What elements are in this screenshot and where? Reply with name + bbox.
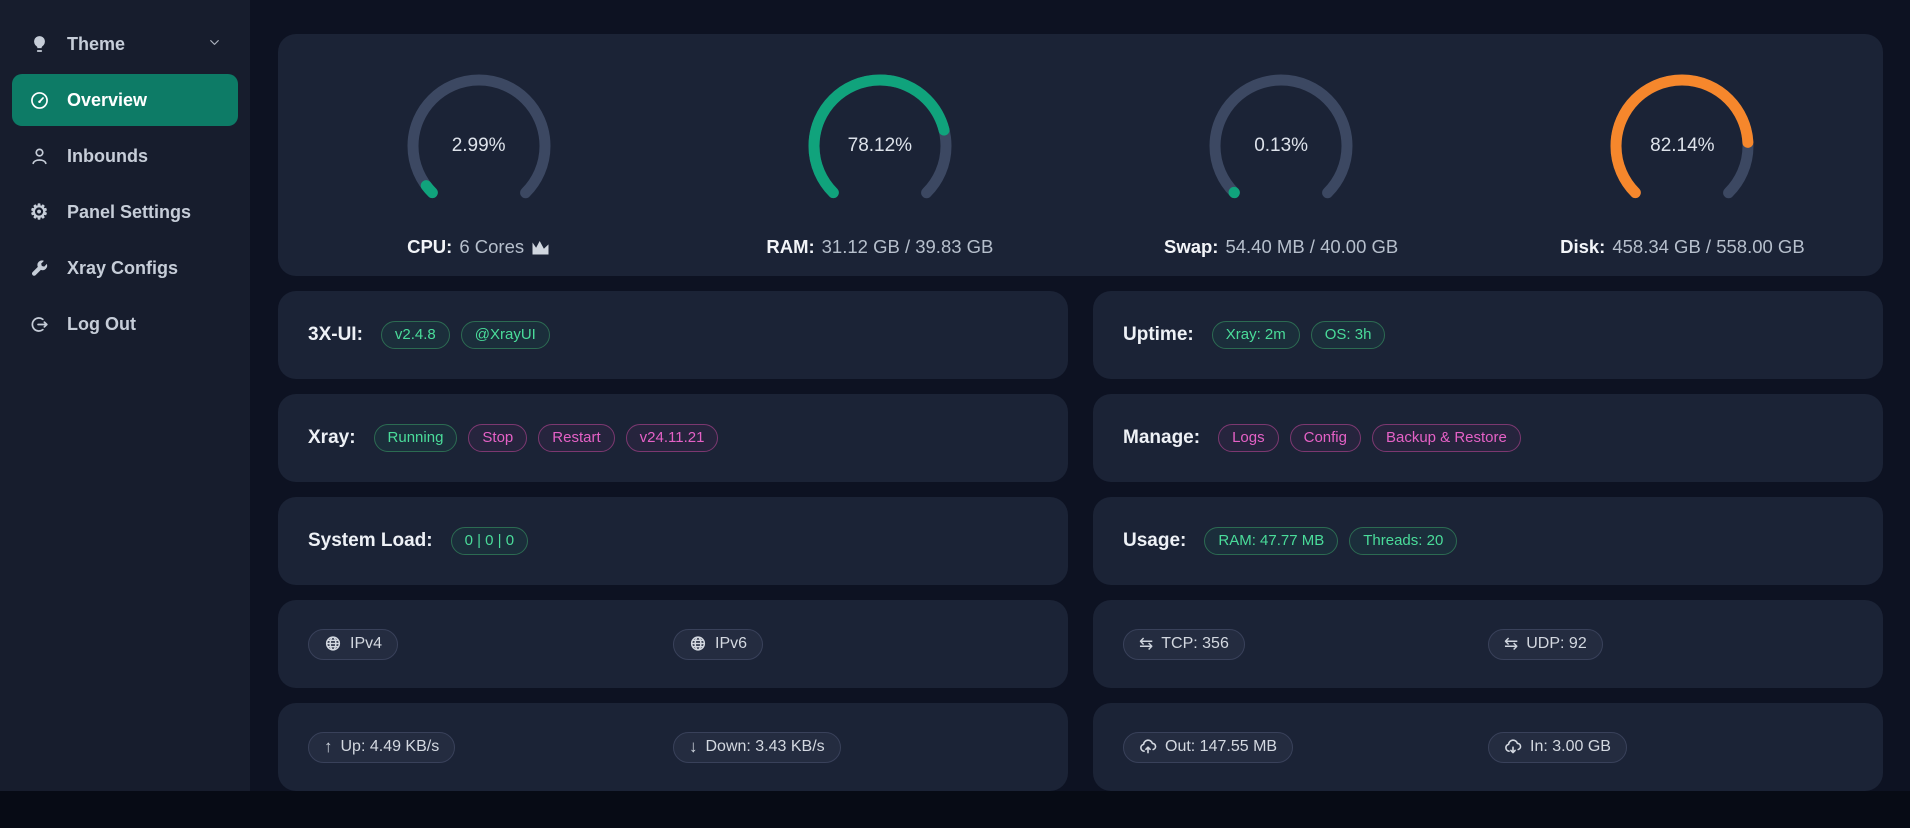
dashboard-gauge-icon <box>28 89 50 111</box>
xui-card-label: 3X-UI: <box>308 324 363 346</box>
cloud-download-icon <box>1504 738 1522 755</box>
swap-arrows-icon: ⇆ <box>1139 635 1153 652</box>
arrow-up-icon: ↑ <box>324 738 333 755</box>
usage-label: Usage: <box>1123 530 1186 552</box>
arrow-down-icon: ↓ <box>689 738 698 755</box>
system-stats-card: 2.99% CPU: 6 Cores 78.12% <box>278 34 1883 276</box>
upload-speed-tag: ↑ Up: 4.49 KB/s <box>308 732 455 763</box>
xui-telegram-badge[interactable]: @XrayUI <box>461 321 550 349</box>
sidebar-item-label: Panel Settings <box>67 202 191 223</box>
manage-card: Manage: Logs Config Backup & Restore <box>1093 394 1883 482</box>
swap-arrows-icon: ⇆ <box>1504 635 1518 652</box>
disk-gauge: 82.14% Disk: 458.34 GB / 558.00 GB <box>1482 71 1883 276</box>
xray-uptime-badge: Xray: 2m <box>1212 321 1300 349</box>
sidebar-item-log-out[interactable]: Log Out <box>12 298 238 350</box>
xray-status-badge: Running <box>374 424 458 452</box>
ip-card: IPv4 IPv6 <box>278 600 1068 688</box>
usage-threads-badge: Threads: 20 <box>1349 527 1457 555</box>
sidebar-item-panel-settings[interactable]: ⚙ Panel Settings <box>12 186 238 238</box>
cpu-gauge: 2.99% CPU: 6 Cores <box>278 71 679 276</box>
tcp-count-tag: ⇆ TCP: 356 <box>1123 629 1245 660</box>
speed-card: ↑ Up: 4.49 KB/s ↓ Down: 3.43 KB/s <box>278 703 1068 791</box>
traffic-card: Out: 147.55 MB In: 3.00 GB <box>1093 703 1883 791</box>
swap-label: Swap: 54.40 MB / 40.00 GB <box>1164 236 1398 258</box>
download-speed-tag: ↓ Down: 3.43 KB/s <box>673 732 841 763</box>
xray-card-label: Xray: <box>308 427 356 449</box>
sidebar-item-xray-configs[interactable]: Xray Configs <box>12 242 238 294</box>
ram-label: RAM: 31.12 GB / 39.83 GB <box>766 236 993 258</box>
xray-stop-button[interactable]: Stop <box>468 424 527 452</box>
sidebar-item-label: Overview <box>67 90 147 111</box>
sidebar-item-label: Log Out <box>67 314 136 335</box>
cloud-upload-icon <box>1139 738 1157 755</box>
sidebar-item-label: Theme <box>67 34 125 55</box>
os-uptime-badge: OS: 3h <box>1311 321 1386 349</box>
uptime-card: Uptime: Xray: 2m OS: 3h <box>1093 291 1883 379</box>
cpu-history-chart-icon[interactable] <box>531 239 550 256</box>
backup-restore-button[interactable]: Backup & Restore <box>1372 424 1521 452</box>
udp-count-tag: ⇆ UDP: 92 <box>1488 629 1603 660</box>
config-button[interactable]: Config <box>1290 424 1361 452</box>
xui-card: 3X-UI: v2.4.8 @XrayUI <box>278 291 1068 379</box>
disk-label: Disk: 458.34 GB / 558.00 GB <box>1560 236 1805 258</box>
manage-card-label: Manage: <box>1123 427 1200 449</box>
usage-ram-badge: RAM: 47.77 MB <box>1204 527 1338 555</box>
uptime-card-label: Uptime: <box>1123 324 1194 346</box>
gear-icon: ⚙ <box>28 201 50 223</box>
logout-icon <box>28 313 50 335</box>
system-load-label: System Load: <box>308 530 433 552</box>
traffic-out-tag: Out: 147.55 MB <box>1123 732 1293 763</box>
disk-percent: 82.14% <box>1607 71 1757 221</box>
sidebar-item-label: Inbounds <box>67 146 148 167</box>
system-load-badge: 0 | 0 | 0 <box>451 527 529 555</box>
globe-icon <box>324 635 342 652</box>
logs-button[interactable]: Logs <box>1218 424 1279 452</box>
globe-icon <box>689 635 707 652</box>
main-content: 2.99% CPU: 6 Cores 78.12% <box>250 0 1910 791</box>
sidebar-item-theme[interactable]: Theme <box>12 18 238 70</box>
xui-version-badge[interactable]: v2.4.8 <box>381 321 450 349</box>
usage-card: Usage: RAM: 47.77 MB Threads: 20 <box>1093 497 1883 585</box>
wrench-icon <box>28 257 50 279</box>
swap-percent: 0.13% <box>1206 71 1356 221</box>
sidebar-item-label: Xray Configs <box>67 258 178 279</box>
xray-version-badge[interactable]: v24.11.21 <box>626 424 719 452</box>
sidebar: Theme Overview Inbounds ⚙ Panel Settings <box>0 0 250 791</box>
ipv6-tag[interactable]: IPv6 <box>673 629 763 660</box>
user-icon <box>28 145 50 167</box>
xray-card: Xray: Running Stop Restart v24.11.21 <box>278 394 1068 482</box>
ram-gauge: 78.12% RAM: 31.12 GB / 39.83 GB <box>679 71 1080 276</box>
xray-restart-button[interactable]: Restart <box>538 424 614 452</box>
ipv4-tag[interactable]: IPv4 <box>308 629 398 660</box>
connections-card: ⇆ TCP: 356 ⇆ UDP: 92 <box>1093 600 1883 688</box>
app-window: Theme Overview Inbounds ⚙ Panel Settings <box>0 0 1910 791</box>
cpu-label: CPU: 6 Cores <box>407 236 550 258</box>
cpu-percent: 2.99% <box>404 71 554 221</box>
ram-percent: 78.12% <box>805 71 955 221</box>
lightbulb-icon <box>28 33 50 55</box>
swap-gauge: 0.13% Swap: 54.40 MB / 40.00 GB <box>1081 71 1482 276</box>
chevron-down-icon <box>207 34 222 55</box>
traffic-in-tag: In: 3.00 GB <box>1488 732 1627 763</box>
sidebar-item-inbounds[interactable]: Inbounds <box>12 130 238 182</box>
system-load-card: System Load: 0 | 0 | 0 <box>278 497 1068 585</box>
sidebar-item-overview[interactable]: Overview <box>12 74 238 126</box>
